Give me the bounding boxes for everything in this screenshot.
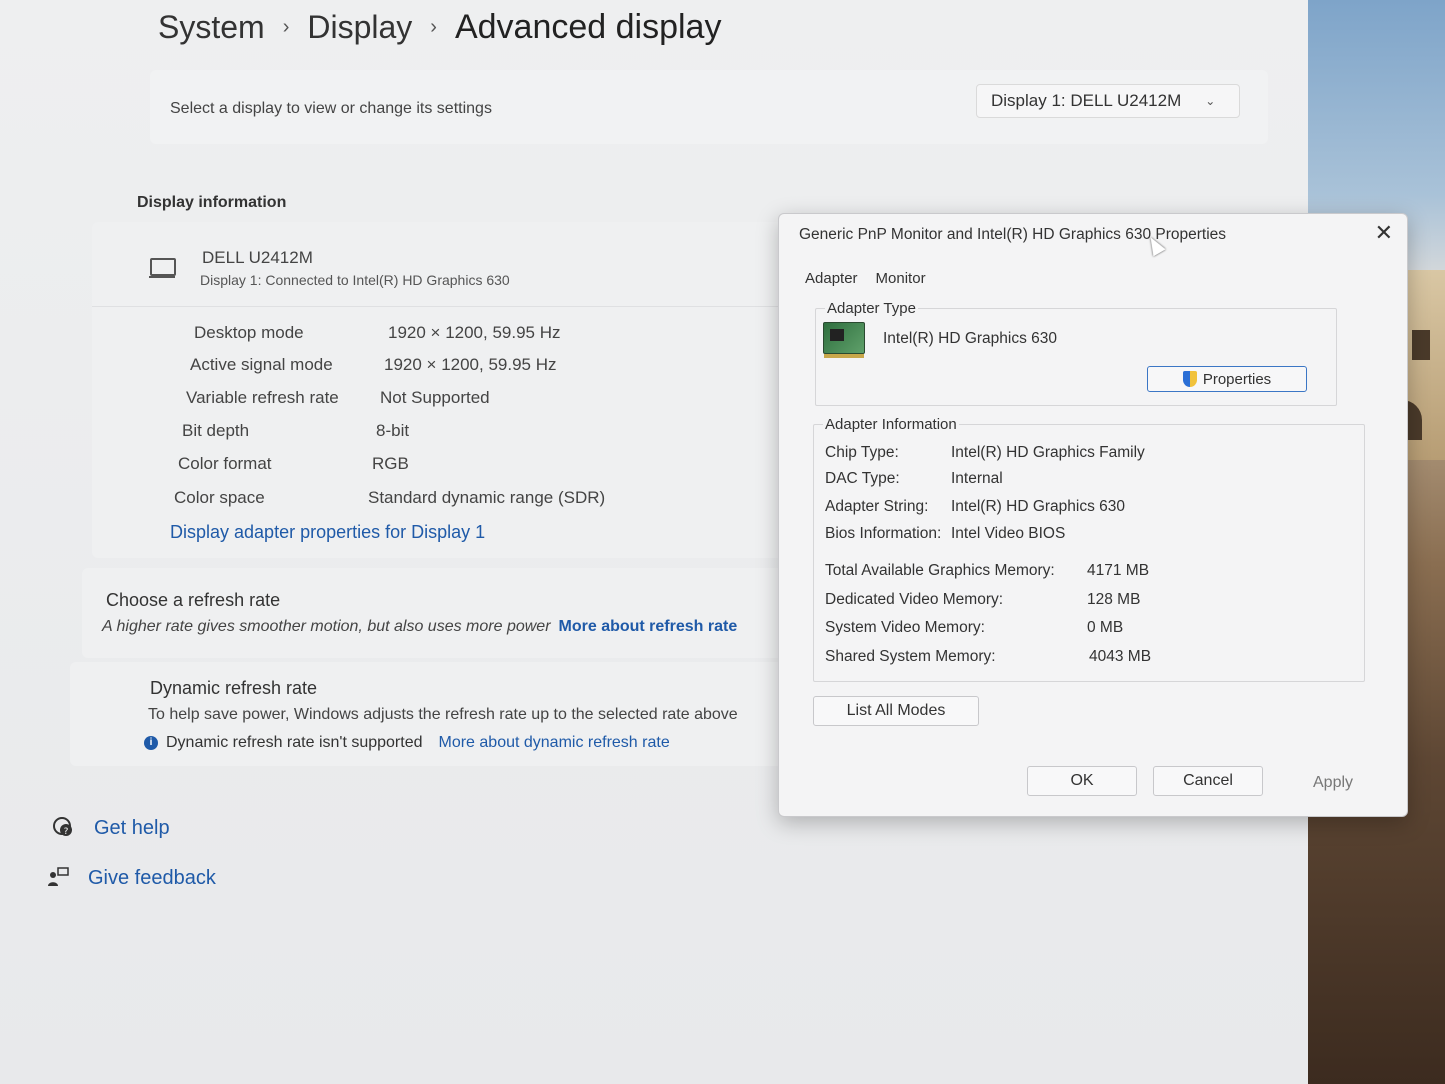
uac-shield-icon — [1182, 371, 1197, 387]
breadcrumb: System › Display › Advanced display — [158, 8, 721, 47]
wallpaper-window — [1412, 330, 1430, 360]
refresh-rate-card: Choose a refresh rate A higher rate give… — [82, 568, 792, 658]
breadcrumb-separator: › — [430, 16, 437, 38]
spec-key: Color format — [178, 454, 272, 473]
breadcrumb-system[interactable]: System — [158, 9, 265, 46]
tab-monitor[interactable]: Monitor — [876, 270, 926, 287]
give-feedback-link[interactable]: Give feedback — [88, 867, 216, 890]
ok-button[interactable]: OK — [1027, 766, 1137, 796]
close-icon[interactable]: ✕ — [1375, 220, 1393, 246]
memory-value: 128 MB — [1087, 591, 1141, 608]
dialog-tabs: Adapter Monitor — [805, 270, 926, 287]
feedback-icon — [46, 866, 70, 890]
dynamic-refresh-note-text: Dynamic refresh rate isn't supported — [166, 734, 423, 751]
give-feedback-row[interactable]: Give feedback — [46, 866, 216, 890]
spec-key: Color space — [174, 488, 265, 507]
cancel-button[interactable]: Cancel — [1153, 766, 1263, 796]
adapter-info-value: Internal — [951, 470, 1003, 487]
info-icon: i — [144, 736, 158, 750]
dynamic-refresh-note: i Dynamic refresh rate isn't supported M… — [144, 734, 670, 752]
dynamic-refresh-card: Dynamic refresh rate To help save power,… — [70, 662, 792, 766]
adapter-type-label: Adapter Type — [825, 300, 918, 317]
adapter-name: Intel(R) HD Graphics 630 — [883, 330, 1058, 347]
dynamic-refresh-desc: To help save power, Windows adjusts the … — [148, 706, 738, 723]
adapter-info-group — [813, 424, 1365, 682]
monitor-name: DELL U2412M — [202, 248, 313, 267]
adapter-info-key: DAC Type: — [825, 470, 900, 487]
svg-text:?: ? — [64, 827, 69, 837]
adapter-properties-label: Properties — [1202, 370, 1272, 388]
spec-value: 1920 × 1200, 59.95 Hz — [384, 355, 557, 374]
chevron-down-icon: ⌄ — [1205, 94, 1216, 108]
page-title: Advanced display — [454, 8, 722, 46]
display-select-bar: Select a display to view or change its s… — [150, 70, 1268, 144]
spec-key: Bit depth — [182, 421, 250, 440]
monitor-header: DELL U2412M Display 1: Connected to Inte… — [92, 222, 792, 307]
dynamic-refresh-title: Dynamic refresh rate — [150, 678, 318, 698]
memory-key: Total Available Graphics Memory: — [825, 562, 1055, 579]
display-information-heading: Display information — [137, 194, 287, 211]
monitor-connection: Display 1: Connected to Intel(R) HD Grap… — [200, 272, 510, 288]
spec-key: Variable refresh rate — [186, 388, 339, 407]
tab-adapter[interactable]: Adapter — [805, 270, 858, 287]
adapter-info-value: Intel(R) HD Graphics 630 — [951, 498, 1126, 515]
spec-value: RGB — [372, 454, 409, 473]
adapter-properties-button[interactable]: Properties — [1147, 366, 1307, 392]
get-help-row[interactable]: ? Get help — [52, 816, 170, 840]
display-select-label: Select a display to view or change its s… — [170, 100, 492, 117]
spec-value: 1920 × 1200, 59.95 Hz — [388, 323, 561, 342]
more-about-dynamic-refresh-link[interactable]: More about dynamic refresh rate — [439, 734, 670, 752]
get-help-icon: ? — [52, 816, 76, 840]
graphics-card-icon — [823, 322, 865, 358]
display-dropdown-value: Display 1: DELL U2412M — [991, 91, 1182, 110]
list-all-modes-button[interactable]: List All Modes — [813, 696, 979, 726]
adapter-info-key: Chip Type: — [825, 444, 899, 461]
breadcrumb-display[interactable]: Display — [307, 9, 412, 46]
refresh-rate-desc: A higher rate gives smoother motion, but… — [102, 618, 737, 636]
adapter-info-key: Bios Information: — [825, 525, 942, 542]
refresh-rate-desc-text: A higher rate gives smoother motion, but… — [102, 618, 551, 635]
adapter-info-key: Adapter String: — [825, 498, 929, 515]
spec-key: Active signal mode — [190, 355, 333, 374]
display-adapter-properties-link[interactable]: Display adapter properties for Display 1 — [170, 522, 485, 543]
adapter-info-value: Intel(R) HD Graphics Family — [951, 444, 1145, 461]
breadcrumb-separator: › — [282, 16, 290, 38]
memory-value: 4171 MB — [1087, 562, 1150, 579]
adapter-info-value: Intel Video BIOS — [951, 525, 1066, 542]
memory-key: System Video Memory: — [825, 619, 985, 636]
get-help-link[interactable]: Get help — [94, 817, 170, 840]
adapter-info-label: Adapter Information — [823, 416, 959, 433]
spec-value: Not Supported — [380, 388, 490, 407]
spec-value: 8-bit — [376, 421, 410, 440]
display-dropdown[interactable]: Display 1: DELL U2412M ⌄ — [976, 84, 1240, 118]
adapter-properties-dialog: Generic PnP Monitor and Intel(R) HD Grap… — [778, 213, 1408, 817]
more-about-refresh-rate-link[interactable]: More about refresh rate — [559, 618, 738, 635]
monitor-icon — [149, 258, 176, 278]
memory-key: Shared System Memory: — [825, 648, 996, 665]
apply-button[interactable]: Apply — [1313, 774, 1353, 792]
memory-value: 0 MB — [1087, 619, 1124, 636]
spec-value: Standard dynamic range (SDR) — [368, 488, 606, 507]
refresh-rate-title: Choose a refresh rate — [106, 590, 281, 610]
memory-value: 4043 MB — [1089, 648, 1152, 665]
spec-key: Desktop mode — [194, 323, 304, 342]
memory-key: Dedicated Video Memory: — [825, 591, 1004, 608]
dialog-title: Generic PnP Monitor and Intel(R) HD Grap… — [799, 226, 1227, 243]
